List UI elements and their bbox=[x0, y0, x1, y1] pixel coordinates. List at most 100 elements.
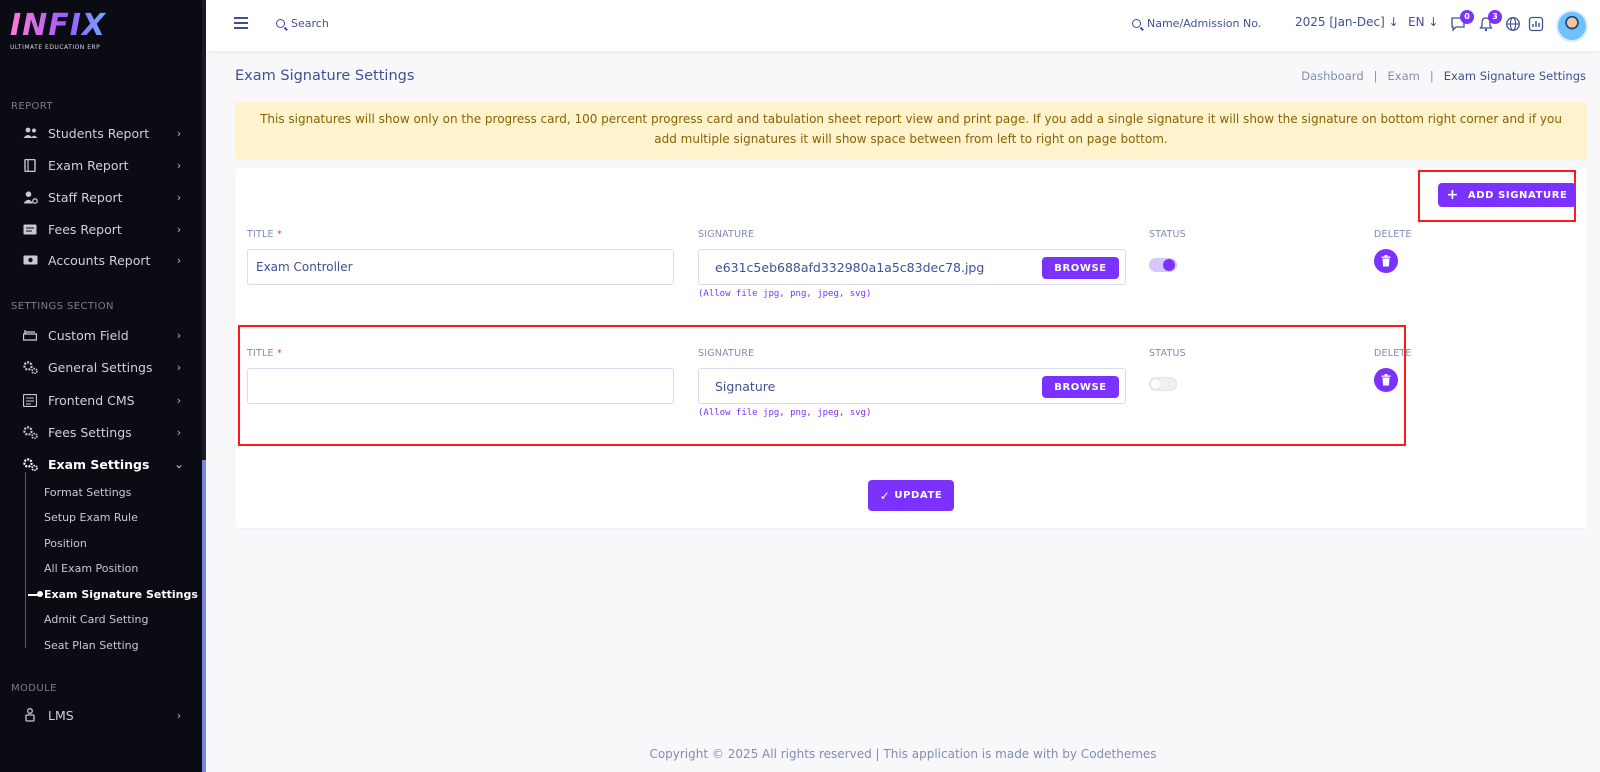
status-toggle[interactable] bbox=[1149, 377, 1177, 391]
chevron-right-icon: › bbox=[176, 126, 182, 140]
browse-button[interactable]: BROWSE bbox=[1042, 376, 1119, 398]
sidebar-subitem-position[interactable]: Position bbox=[44, 537, 87, 550]
layers-icon bbox=[22, 328, 38, 342]
chevron-right-icon: › bbox=[176, 425, 182, 439]
sidebar-item-exam-settings[interactable]: Exam Settings ⌄ bbox=[0, 449, 202, 479]
language-selector[interactable]: EN ↓ bbox=[1408, 15, 1438, 29]
sidebar-subitem-admit-card-setting[interactable]: Admit Card Setting bbox=[44, 613, 149, 626]
logo-tagline: ULTIMATE EDUCATION ERP bbox=[10, 44, 101, 51]
sidebar-subitem-all-exam-position[interactable]: All Exam Position bbox=[44, 562, 138, 575]
sidebar-item-frontend-cms[interactable]: Frontend CMS › bbox=[0, 385, 202, 415]
breadcrumb-separator: | bbox=[1373, 69, 1378, 83]
delete-button[interactable] bbox=[1374, 249, 1398, 273]
chevron-right-icon: › bbox=[176, 360, 182, 374]
sidebar-subitem-format-settings[interactable]: Format Settings bbox=[44, 486, 131, 499]
breadcrumb-current: Exam Signature Settings bbox=[1443, 69, 1586, 83]
lms-icon bbox=[22, 708, 38, 722]
message-count-badge: 0 bbox=[1460, 10, 1474, 24]
delete-label: DELETE bbox=[1374, 348, 1412, 359]
submenu-line bbox=[25, 472, 26, 648]
status-label: STATUS bbox=[1149, 348, 1186, 359]
title-label: TITLE * bbox=[247, 348, 282, 359]
sidebar-item-exam-report[interactable]: Exam Report › bbox=[0, 150, 202, 180]
search-field[interactable]: Search bbox=[276, 17, 329, 30]
app-logo[interactable]: INFIX ULTIMATE EDUCATION ERP bbox=[10, 10, 106, 52]
section-title-report: REPORT bbox=[11, 101, 53, 112]
sidebar-item-label: General Settings bbox=[48, 359, 153, 375]
bell-icon[interactable]: 3 bbox=[1478, 10, 1502, 32]
title-input[interactable] bbox=[247, 368, 674, 404]
signature-file-field[interactable]: e631c5eb688afd332980a1a5c83dec78.jpg BRO… bbox=[698, 249, 1126, 285]
signature-label: SIGNATURE bbox=[698, 348, 755, 359]
signature-file-field[interactable]: Signature BROWSE bbox=[698, 368, 1126, 404]
breadcrumb-separator: | bbox=[1429, 69, 1434, 83]
sidebar-item-label: Frontend CMS bbox=[48, 392, 135, 408]
sidebar-scrollbar[interactable] bbox=[202, 0, 206, 772]
topbar: Search Name/Admission No. 2025 [Jan-Dec]… bbox=[206, 0, 1600, 51]
sidebar-item-custom-field[interactable]: Custom Field › bbox=[0, 320, 202, 350]
delete-label: DELETE bbox=[1374, 229, 1412, 240]
sidebar-item-label: Custom Field bbox=[48, 327, 129, 343]
chevron-right-icon: › bbox=[176, 253, 182, 267]
chevron-right-icon: › bbox=[176, 328, 182, 342]
chevron-right-icon: › bbox=[176, 708, 182, 722]
add-signature-button[interactable]: + ADD SIGNATURE bbox=[1438, 183, 1576, 207]
cogs-icon bbox=[22, 425, 38, 439]
active-indicator bbox=[28, 591, 43, 597]
money-icon bbox=[22, 253, 38, 267]
users-icon bbox=[22, 126, 38, 140]
cogs-icon bbox=[22, 457, 38, 471]
sidebar-item-lms[interactable]: LMS › bbox=[0, 700, 202, 730]
footer: Copyright © 2025 All rights reserved | T… bbox=[649, 747, 1157, 761]
user-avatar[interactable] bbox=[1556, 10, 1588, 42]
notification-count-badge: 3 bbox=[1488, 10, 1502, 24]
delete-button[interactable] bbox=[1374, 368, 1398, 392]
search-label: Search bbox=[291, 17, 329, 30]
sidebar-subitem-exam-signature-settings[interactable]: Exam Signature Settings bbox=[44, 588, 198, 601]
cogs-icon bbox=[22, 360, 38, 374]
admission-search-label: Name/Admission No. bbox=[1147, 17, 1262, 30]
sidebar-item-fees-report[interactable]: Fees Report › bbox=[0, 214, 202, 244]
sidebar-item-label: Exam Settings bbox=[48, 456, 150, 472]
chevron-right-icon: › bbox=[176, 222, 182, 236]
receipt-icon bbox=[22, 222, 38, 236]
update-label: UPDATE bbox=[894, 490, 943, 501]
status-toggle[interactable] bbox=[1149, 258, 1177, 272]
title-input[interactable]: Exam Controller bbox=[247, 249, 674, 285]
sidebar-item-general-settings[interactable]: General Settings › bbox=[0, 352, 202, 382]
sidebar-item-label: Accounts Report bbox=[48, 252, 151, 268]
session-selector[interactable]: 2025 [Jan-Dec] ↓ bbox=[1295, 15, 1399, 29]
globe-icon[interactable] bbox=[1505, 16, 1521, 32]
update-button[interactable]: ✓ UPDATE bbox=[868, 480, 954, 511]
sidebar-item-label: Fees Settings bbox=[48, 424, 132, 440]
message-icon[interactable]: 0 bbox=[1450, 10, 1474, 32]
check-icon: ✓ bbox=[879, 488, 891, 503]
sidebar-subitem-setup-exam-rule[interactable]: Setup Exam Rule bbox=[44, 511, 138, 524]
book-icon bbox=[22, 158, 38, 172]
sidebar-item-label: LMS bbox=[48, 707, 74, 723]
admission-search-field[interactable]: Name/Admission No. bbox=[1132, 17, 1261, 30]
sidebar-subitem-seat-plan-setting[interactable]: Seat Plan Setting bbox=[44, 639, 139, 652]
signature-label: SIGNATURE bbox=[698, 229, 755, 240]
chart-icon[interactable] bbox=[1528, 16, 1544, 32]
sidebar-item-fees-settings[interactable]: Fees Settings › bbox=[0, 417, 202, 447]
sidebar-item-staff-report[interactable]: Staff Report › bbox=[0, 182, 202, 212]
sidebar-scrollbar-thumb[interactable] bbox=[202, 460, 206, 772]
user-gear-icon bbox=[22, 190, 38, 204]
browse-button[interactable]: BROWSE bbox=[1042, 257, 1119, 279]
sidebar-item-label: Students Report bbox=[48, 125, 150, 141]
signature-file-name: e631c5eb688afd332980a1a5c83dec78.jpg bbox=[715, 260, 985, 275]
menu-toggle-icon[interactable] bbox=[234, 17, 248, 29]
sidebar-item-students-report[interactable]: Students Report › bbox=[0, 118, 202, 148]
file-hint: (Allow file jpg, png, jpeg, svg) bbox=[698, 408, 872, 418]
search-icon bbox=[276, 19, 285, 28]
breadcrumb-exam[interactable]: Exam bbox=[1388, 69, 1420, 83]
page-title: Exam Signature Settings bbox=[235, 68, 415, 84]
plus-icon: + bbox=[1446, 187, 1459, 203]
add-signature-label: ADD SIGNATURE bbox=[1467, 189, 1568, 201]
breadcrumb-dashboard[interactable]: Dashboard bbox=[1301, 69, 1363, 83]
breadcrumb: Dashboard | Exam | Exam Signature Settin… bbox=[1301, 69, 1586, 83]
sidebar: INFIX ULTIMATE EDUCATION ERP REPORT Stud… bbox=[0, 0, 206, 772]
sidebar-item-accounts-report[interactable]: Accounts Report › bbox=[0, 245, 202, 275]
sidebar-item-label: Staff Report bbox=[48, 189, 123, 205]
